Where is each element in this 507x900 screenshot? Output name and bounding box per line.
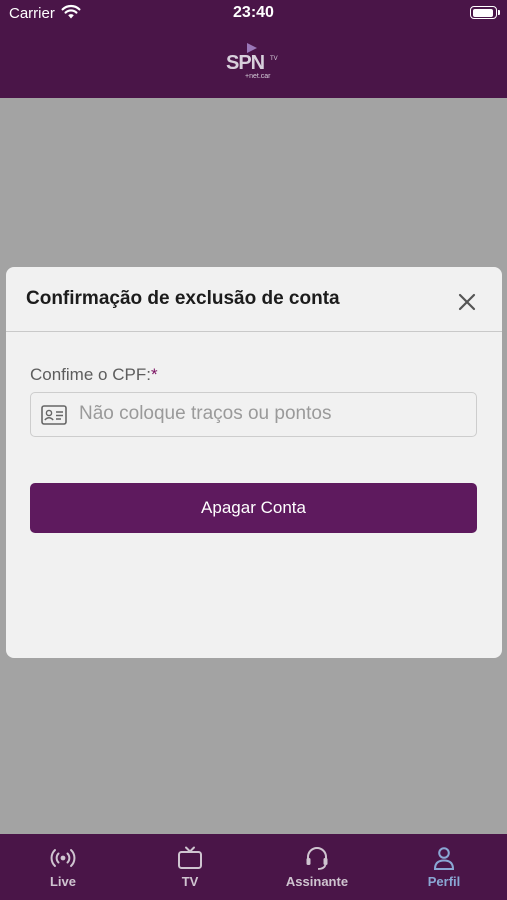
person-icon [433,847,455,870]
logo-text: SPN [226,52,265,74]
cpf-input[interactable] [79,393,469,435]
delete-account-button[interactable]: Apagar Conta [30,483,477,533]
live-broadcast-icon [50,849,76,867]
headset-icon [306,847,328,870]
tab-bar: Live TV Assinante Perfil [0,834,507,900]
app-header: Carrier 23:40 SPN TV +net.car [0,0,507,98]
tab-tv[interactable]: TV [127,834,253,900]
tab-perfil[interactable]: Perfil [381,834,507,900]
status-bar: Carrier 23:40 [0,0,507,28]
app-logo: SPN TV +net.car [224,42,284,84]
tab-label: TV [181,874,199,889]
cpf-label-text: Confime o CPF: [30,365,151,384]
tab-live[interactable]: Live [0,834,126,900]
logo-subtext: +net.car [245,73,271,80]
tab-assinante[interactable]: Assinante [254,834,380,900]
tab-label: Assinante [285,874,349,889]
tv-icon [178,846,202,869]
battery-icon [470,6,500,19]
logo-badge: TV [270,56,278,62]
dialog-header: Confirmação de exclusão de conta [6,267,502,332]
tab-label: Perfil [427,874,461,889]
delete-account-dialog: Confirmação de exclusão de conta Confime… [6,267,502,658]
tab-label: Live [49,874,76,889]
id-card-icon [41,405,67,425]
cpf-input-box[interactable] [30,392,477,437]
required-mark: * [150,365,158,384]
dialog-title: Confirmação de exclusão de conta [26,288,340,309]
clock: 23:40 [233,4,274,21]
cpf-field-label: Confime o CPF:* [30,365,158,385]
close-icon[interactable] [456,291,478,313]
